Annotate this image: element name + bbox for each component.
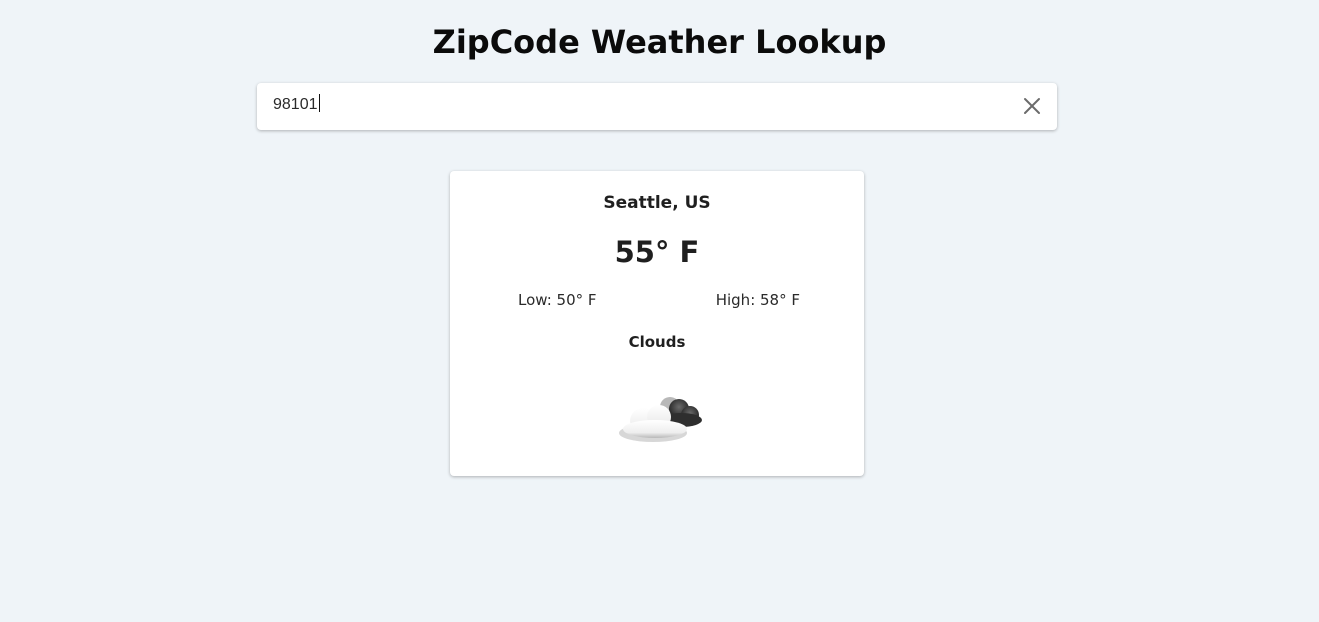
zipcode-search-box: 98101	[257, 83, 1057, 130]
cloud-icon	[619, 397, 702, 442]
city-name: Seattle, US	[603, 193, 711, 213]
zipcode-input[interactable]: 98101	[273, 83, 320, 130]
high-temperature: High: 58° F	[715, 291, 800, 309]
zipcode-input-value: 98101	[273, 96, 318, 113]
app-root: ZipCode Weather Lookup 98101 Seattle, US…	[0, 0, 1319, 622]
weather-card: Seattle, US 55° F Low: 50° F High: 58° F…	[450, 171, 864, 476]
clear-button[interactable]	[1021, 95, 1043, 117]
current-temperature: 55° F	[614, 235, 700, 269]
page-title: ZipCode Weather Lookup	[432, 23, 887, 61]
text-caret	[318, 94, 320, 112]
close-icon	[1024, 98, 1040, 114]
low-temperature: Low: 50° F	[518, 291, 597, 309]
weather-condition: Clouds	[628, 333, 686, 351]
